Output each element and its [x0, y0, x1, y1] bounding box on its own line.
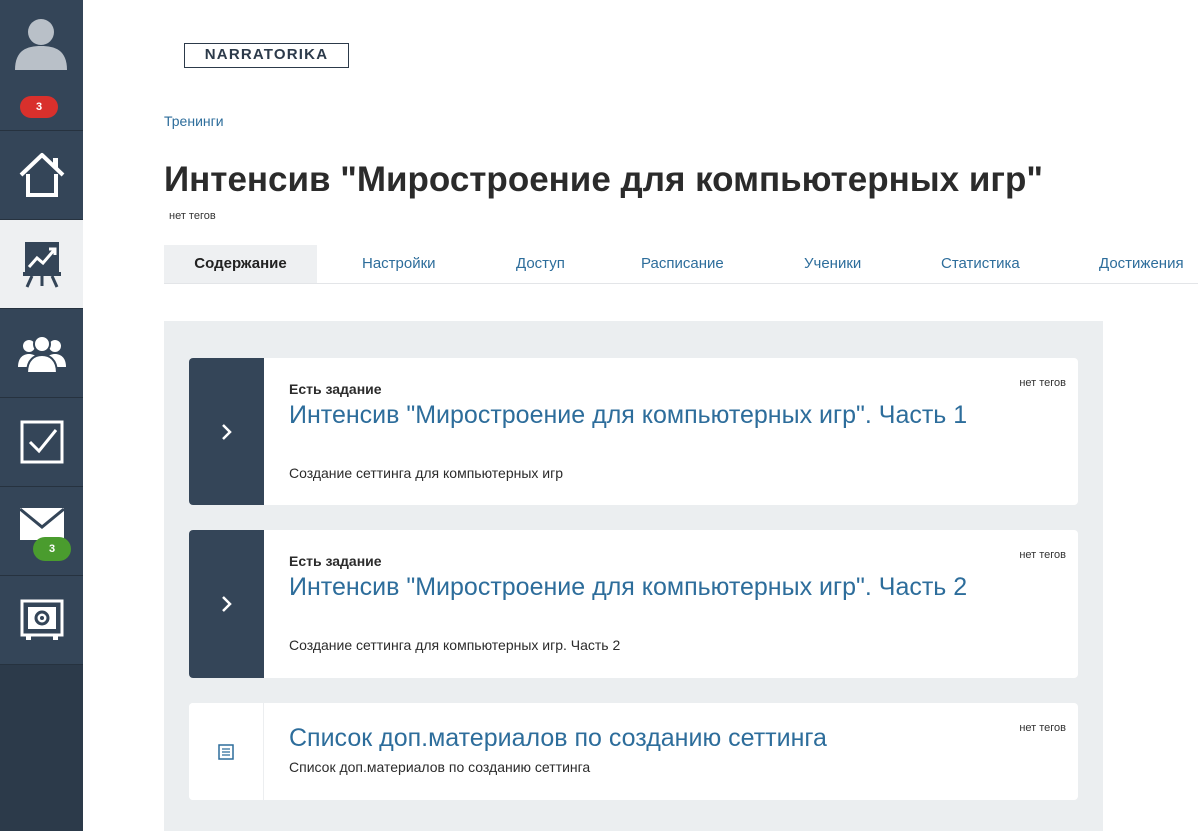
lesson-tags: нет тегов [1019, 377, 1066, 389]
tab-students[interactable]: Ученики [804, 245, 861, 283]
lesson-title[interactable]: Список доп.материалов по созданию сеттин… [289, 722, 989, 754]
lessons-panel: Есть задание Интенсив "Миростроение для … [164, 321, 1103, 831]
notifications[interactable]: 3 [0, 85, 83, 131]
page-tags: нет тегов [169, 210, 216, 222]
checkbox-icon [20, 420, 63, 464]
lesson-description: Создание сеттинга для компьютерных игр. … [289, 637, 621, 653]
lesson-card[interactable]: Список доп.материалов по созданию сеттин… [189, 703, 1078, 800]
user-avatar-icon [15, 19, 67, 70]
sidebar-item-messages[interactable]: 3 [0, 487, 83, 576]
sidebar-item-home[interactable] [0, 131, 83, 220]
mail-badge: 3 [33, 537, 71, 561]
sidebar: 3 3 [0, 0, 83, 831]
tab-schedule[interactable]: Расписание [641, 245, 724, 283]
chevron-right-icon [221, 596, 232, 612]
tab-access[interactable]: Доступ [516, 245, 565, 283]
tab-achievements[interactable]: Достижения [1099, 245, 1184, 283]
breadcrumb[interactable]: Тренинги [164, 113, 224, 129]
lesson-tags: нет тегов [1019, 722, 1066, 734]
lesson-description: Список доп.материалов по созданию сеттин… [289, 759, 591, 775]
tab-content[interactable]: Содержание [164, 245, 317, 283]
chevron-right-icon [221, 423, 232, 440]
tab-bar: Содержание Настройки Доступ Расписание У… [164, 245, 1198, 284]
expand-toggle[interactable] [189, 358, 264, 505]
lesson-kicker: Есть задание [289, 553, 382, 569]
safe-settings-icon [20, 599, 63, 640]
sidebar-item-tasks[interactable] [0, 398, 83, 487]
lesson-description: Создание сеттинга для компьютерных игр [289, 465, 563, 481]
lesson-kicker: Есть задание [289, 381, 382, 397]
presentation-chart-icon [22, 242, 61, 288]
sidebar-item-users[interactable] [0, 309, 83, 398]
lesson-card[interactable]: Есть задание Интенсив "Миростроение для … [189, 358, 1078, 505]
tab-settings[interactable]: Настройки [362, 245, 436, 283]
document-list-icon [218, 743, 234, 760]
home-icon [19, 153, 64, 197]
expand-toggle[interactable] [189, 530, 264, 678]
lesson-title[interactable]: Интенсив "Миростроение для компьютерных … [289, 571, 989, 603]
lesson-tags: нет тегов [1019, 549, 1066, 561]
sidebar-item-trainings[interactable] [0, 220, 83, 309]
sidebar-item-settings[interactable] [0, 576, 83, 665]
page-title: Интенсив "Миростроение для компьютерных … [164, 160, 1043, 199]
users-group-icon [17, 335, 66, 373]
notification-badge: 3 [20, 96, 58, 118]
avatar[interactable] [0, 0, 83, 85]
tab-statistics[interactable]: Статистика [941, 245, 1020, 283]
lesson-title[interactable]: Интенсив "Миростроение для компьютерных … [289, 399, 989, 431]
mail-icon [18, 507, 65, 540]
document-marker [189, 703, 264, 800]
app: 3 3 NARRATORIKA Тренинги Интенсив "Мирос… [0, 0, 1198, 831]
brand-logo[interactable]: NARRATORIKA [184, 43, 349, 68]
lesson-card[interactable]: Есть задание Интенсив "Миростроение для … [189, 530, 1078, 678]
